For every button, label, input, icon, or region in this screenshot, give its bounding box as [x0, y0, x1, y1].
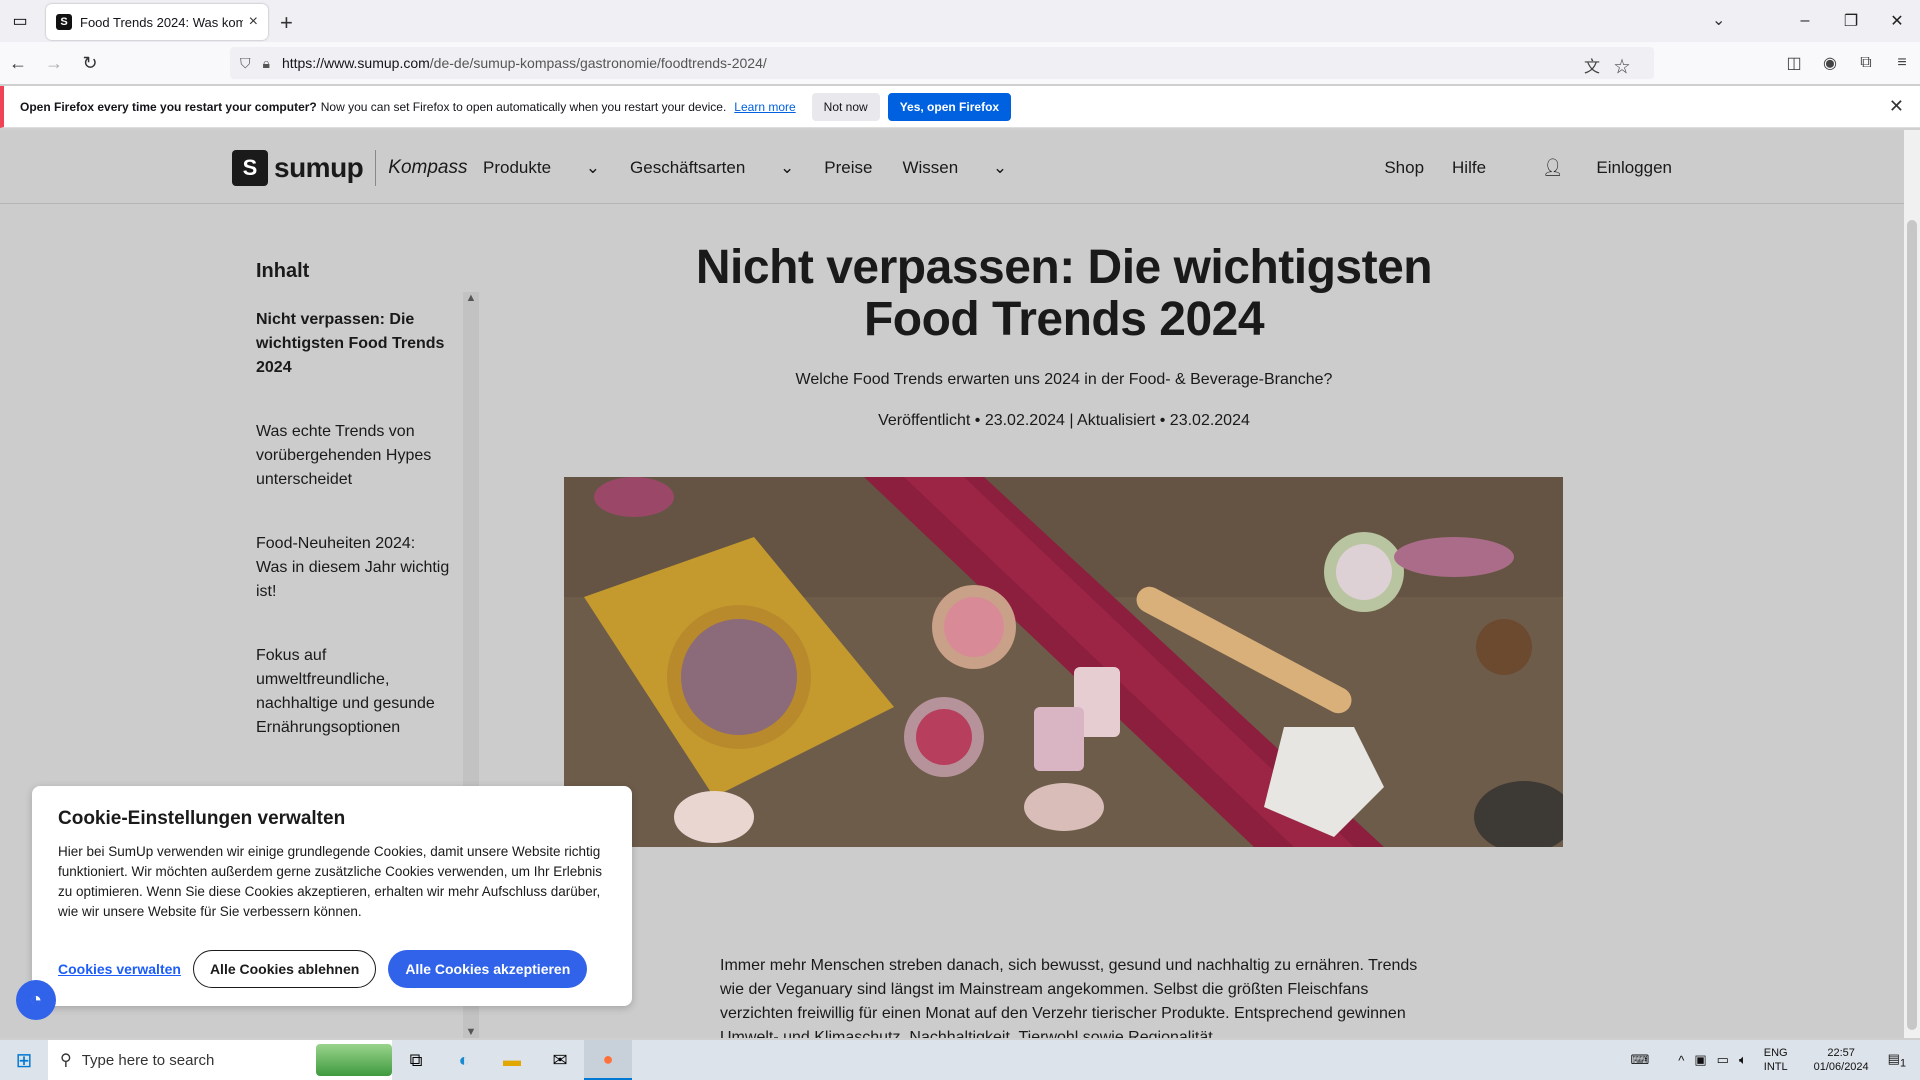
article-subtitle: Welche Food Trends erwarten uns 2024 in … [795, 371, 1333, 388]
chevron-up-icon[interactable]: ▲ [463, 292, 479, 304]
nav-hilfe[interactable]: Hilfe [1452, 158, 1486, 178]
nav-produkte[interactable]: Produkte ⌄ [483, 158, 600, 178]
toc-item[interactable]: Fokus auf umweltfreundliche, nachhaltige… [256, 644, 451, 740]
pocket-icon[interactable]: ◫ [1776, 53, 1812, 73]
new-tab-icon[interactable]: + [280, 10, 293, 36]
reload-icon[interactable]: ↻ [72, 53, 108, 74]
accept-cookies-button[interactable]: Alle Cookies akzeptieren [388, 950, 588, 988]
nav-wissen[interactable]: Wissen ⌄ [902, 158, 1007, 178]
nav-preise[interactable]: Preise [824, 158, 872, 178]
url-bar[interactable]: ⛉ 🔒︎ https://www.sumup.com/de-de/sumup-k… [230, 47, 1654, 79]
chevron-down-icon[interactable]: ▼ [463, 1026, 479, 1038]
close-notification-icon[interactable]: ✕ [1889, 96, 1904, 117]
lock-icon[interactable]: 🔒︎ [263, 55, 270, 72]
toc-item[interactable]: Nicht verpassen: Die wichtigsten Food Tr… [256, 308, 451, 380]
firefox-icon[interactable]: ● [584, 1040, 632, 1080]
browser-tab-strip: ▭ S Food Trends 2024: Was kommt, × + ⌄ –… [0, 0, 1920, 42]
tray-chevron-up-icon[interactable]: ^ [1678, 1053, 1684, 1068]
search-highlight-image [316, 1044, 392, 1076]
edge-icon[interactable]: ◐ [440, 1040, 488, 1080]
learn-more-link[interactable]: Learn more [734, 100, 795, 114]
notification-text: Now you can set Firefox to open automati… [320, 99, 727, 114]
nav-einloggen[interactable]: 👤︎ Einloggen [1514, 158, 1672, 178]
notification-center-icon[interactable]: ▤1 [1888, 1051, 1906, 1070]
volume-muted-icon[interactable]: 🔈︎ [1739, 1052, 1747, 1068]
meet-icon[interactable]: ▣ [1694, 1052, 1706, 1068]
windows-start-icon[interactable]: ⊞ [0, 1048, 48, 1073]
not-now-button[interactable]: Not now [811, 92, 880, 121]
yes-open-firefox-button[interactable]: Yes, open Firefox [887, 92, 1012, 121]
close-tab-icon[interactable]: × [249, 13, 258, 31]
cookie-actions: Cookies verwalten Alle Cookies ablehnen … [58, 950, 588, 988]
taskbar-search[interactable]: ⚲ Type here to search [48, 1040, 392, 1080]
user-icon: 👤︎ [1542, 158, 1564, 177]
hero-image [564, 477, 1563, 847]
right-nav: Shop Hilfe 👤︎ Einloggen [1356, 158, 1672, 178]
tab-list-icon[interactable]: ▭ [0, 0, 40, 42]
sumup-logo-icon: S [232, 150, 268, 186]
url-domain: https://www.sumup.com [281, 55, 430, 71]
sumup-favicon-icon: S [56, 14, 72, 30]
logo-kompass: Kompass [388, 157, 468, 178]
nav-geschaeftsarten[interactable]: Geschäftsarten ⌄ [630, 158, 794, 178]
cookie-text: Hier bei SumUp verwenden wir einige grun… [58, 844, 602, 919]
close-window-icon[interactable]: ✕ [1874, 11, 1920, 31]
account-icon[interactable]: ◉ [1812, 53, 1848, 73]
menu-icon[interactable]: ≡ [1884, 54, 1920, 72]
firefox-notification-bar: Open Firefox every time you restart your… [0, 86, 1920, 128]
extensions-icon[interactable]: ⧉ [1848, 54, 1884, 72]
file-explorer-icon[interactable]: ▬ [488, 1040, 536, 1080]
toc-list: Nicht verpassen: Die wichtigsten Food Tr… [256, 308, 451, 780]
reject-cookies-button[interactable]: Alle Cookies ablehnen [192, 950, 377, 988]
taskbar: ⊞ ⚲ Type here to search ⧉ ◐ ▬ ✉ ● ⌨ ^ ▣ … [0, 1040, 1920, 1080]
scrollbar-thumb[interactable] [1907, 220, 1917, 1030]
toc-item[interactable]: Was echte Trends von vorübergehenden Hyp… [256, 420, 451, 492]
main-nav: Produkte ⌄ Geschäftsarten ⌄ Preise Wisse… [483, 158, 1037, 178]
site-header: S sumup Kompass Produkte ⌄ Geschäftsarte… [0, 130, 1904, 204]
url-path: /de-de/sumup-kompass/gastronomie/foodtre… [429, 55, 767, 71]
page-scrollbar[interactable] [1904, 130, 1920, 1038]
nav-shop[interactable]: Shop [1384, 158, 1424, 178]
article-dates: Veröffentlicht • 23.02.2024 | Aktualisie… [878, 412, 1250, 429]
translate-bookmark-icons[interactable]: 文☆ [1584, 53, 1644, 77]
network-icon[interactable]: ▭ [1717, 1052, 1729, 1068]
browser-nav-bar: ← → ↻ ⛉ 🔒︎ https://www.sumup.com/de-de/s… [0, 42, 1920, 84]
restore-icon[interactable]: ❐ [1828, 11, 1874, 31]
forward-icon[interactable]: → [36, 53, 72, 74]
sumup-logo[interactable]: S sumup Kompass [232, 150, 467, 186]
search-icon: ⚲ [60, 1052, 72, 1069]
logo-word: sumup [274, 152, 364, 183]
minimize-icon[interactable]: – [1782, 12, 1828, 30]
tab-overflow-chevron-icon[interactable]: ⌄ [1712, 10, 1725, 30]
article-body: Immer mehr Menschen streben danach, sich… [720, 957, 1418, 1038]
manage-cookies-link[interactable]: Cookies verwalten [58, 961, 181, 977]
logo-divider [375, 150, 377, 186]
cookie-banner: Cookie-Einstellungen verwalten Hier bei … [32, 786, 632, 1006]
cookie-title: Cookie-Einstellungen verwalten [58, 808, 346, 829]
notification-bold-text: Open Firefox every time you restart your… [20, 99, 317, 114]
toc-title: Inhalt [256, 260, 310, 282]
tab-title: Food Trends 2024: Was kommt, [80, 14, 243, 30]
system-tray: ⌨ ^ ▣ ▭ 🔈︎ ENG INTL 22:57 01/06/2024 ▤1 [1625, 1040, 1920, 1080]
toc-item[interactable]: Food-Neuheiten 2024: Was in diesem Jahr … [256, 532, 451, 604]
article-title: Nicht verpassen: Die wichtigsten Food Tr… [695, 241, 1433, 346]
cookie-settings-icon[interactable]: ◔ [16, 980, 56, 1020]
task-view-icon[interactable]: ⧉ [392, 1040, 440, 1080]
browser-tab[interactable]: S Food Trends 2024: Was kommt, × [46, 4, 268, 40]
shield-icon[interactable]: ⛉ [240, 55, 251, 72]
language-indicator[interactable]: ENG INTL [1764, 1046, 1788, 1074]
keyboard-icon[interactable]: ⌨ [1630, 1052, 1649, 1068]
window-controls: – ❐ ✕ [1782, 0, 1920, 42]
mail-icon[interactable]: ✉ [536, 1040, 584, 1080]
back-icon[interactable]: ← [0, 53, 36, 74]
toolbar-right: ◫ ◉ ⧉ ≡ [1776, 42, 1920, 84]
clock[interactable]: 22:57 01/06/2024 [1814, 1046, 1869, 1074]
search-placeholder: Type here to search [81, 1051, 215, 1069]
